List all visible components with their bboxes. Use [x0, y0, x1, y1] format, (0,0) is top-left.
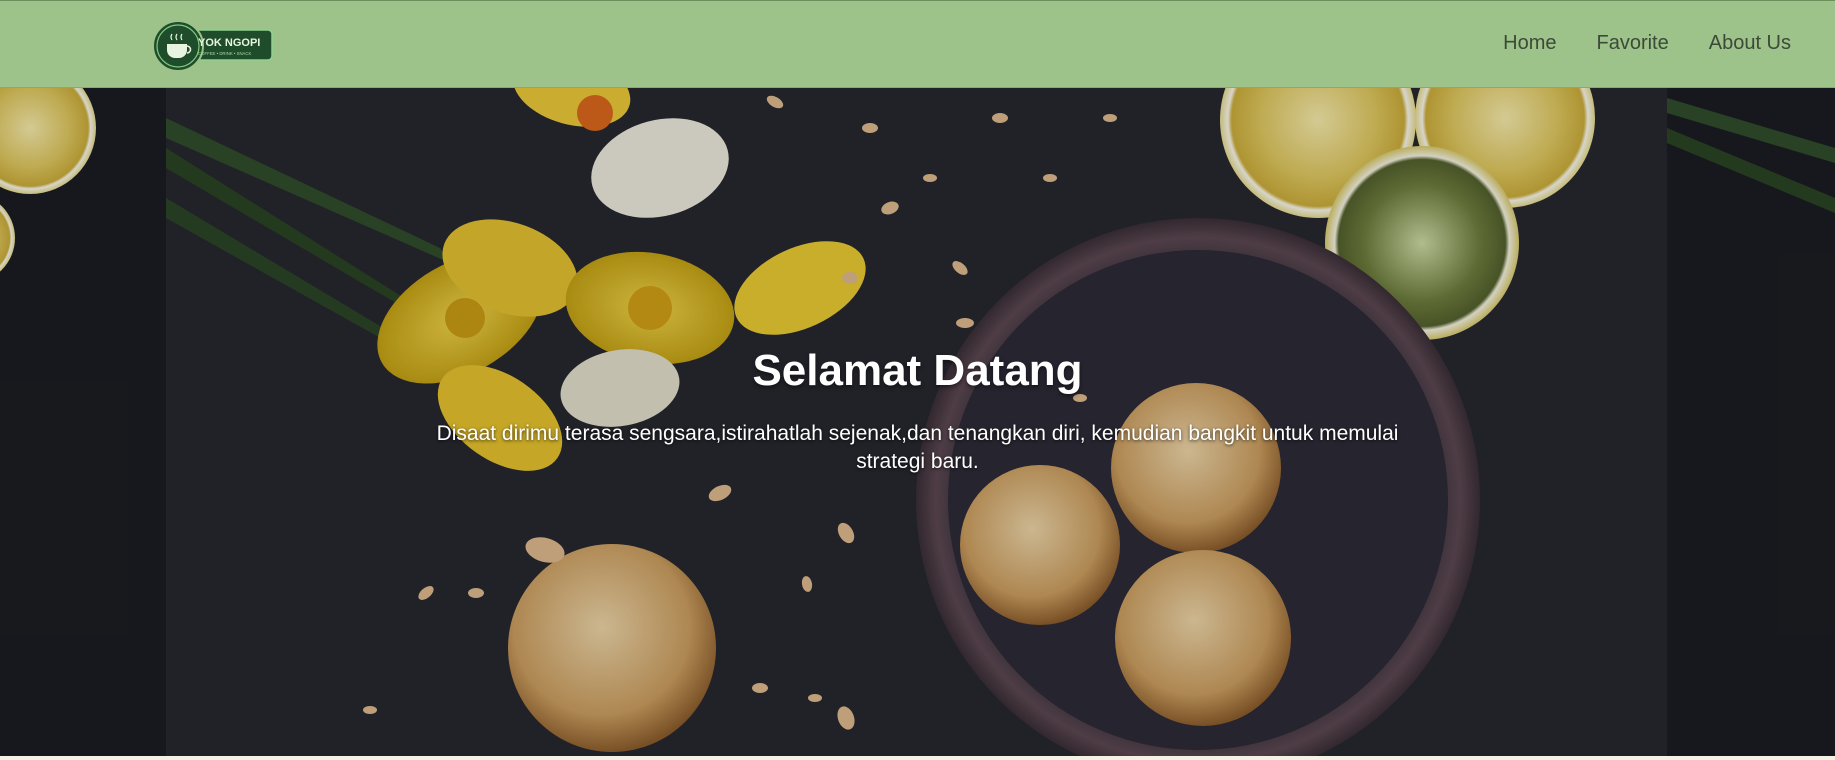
- nav-about-us-link[interactable]: About Us: [1709, 32, 1791, 55]
- logo-text: YOK NGOPI: [198, 37, 260, 49]
- nav-favorite-link[interactable]: Favorite: [1596, 32, 1668, 55]
- navbar: YOK NGOPI COFFEE • DRINK • SNACK Home Fa…: [0, 0, 1835, 88]
- logo-tagline: COFFEE • DRINK • SNACK: [198, 51, 252, 56]
- coffee-cup-icon: YOK NGOPI COFFEE • DRINK • SNACK: [152, 20, 273, 72]
- hero-banner: Selamat Datang Disaat dirimu terasa seng…: [0, 88, 1835, 756]
- page-bottom-edge: [0, 756, 1835, 760]
- hero-subtitle: Disaat dirimu terasa sengsara,istirahatl…: [436, 422, 1399, 473]
- nav-home-link[interactable]: Home: [1503, 32, 1556, 55]
- main-nav: Home Favorite About Us: [1503, 1, 1791, 85]
- hero-title: Selamat Datang: [752, 346, 1083, 395]
- brand-logo[interactable]: YOK NGOPI COFFEE • DRINK • SNACK: [152, 19, 274, 73]
